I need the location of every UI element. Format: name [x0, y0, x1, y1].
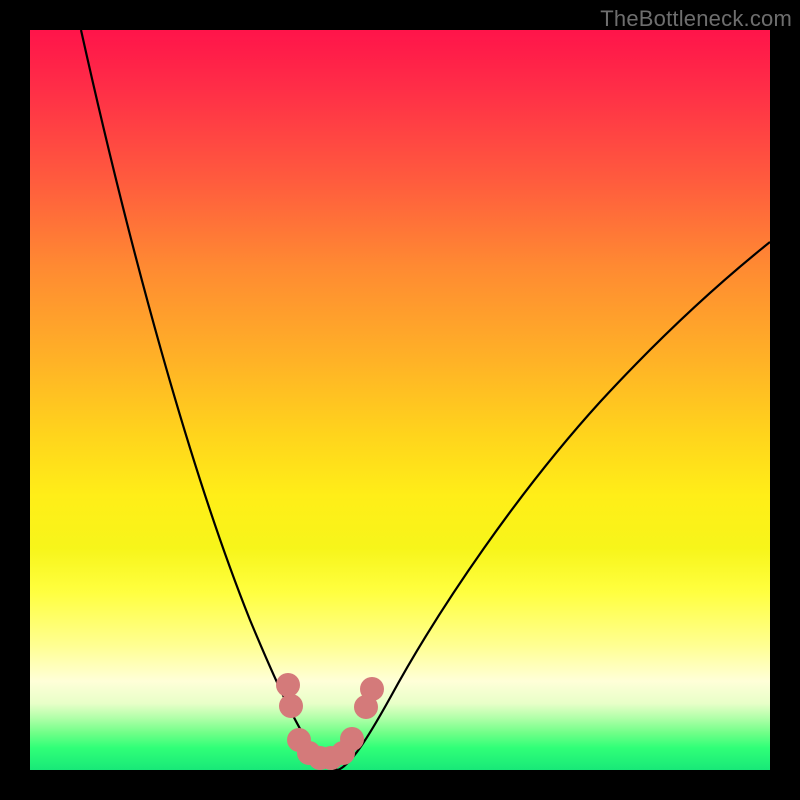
marker-cluster [276, 673, 384, 770]
chart-stage: TheBottleneck.com [0, 0, 800, 800]
watermark-text: TheBottleneck.com [600, 6, 792, 32]
marker-dot [360, 677, 384, 701]
right-curve [338, 242, 770, 770]
plot-area [30, 30, 770, 770]
marker-dot [340, 727, 364, 751]
curve-layer [30, 30, 770, 770]
marker-dot [279, 694, 303, 718]
left-curve [81, 30, 338, 770]
marker-dot [276, 673, 300, 697]
